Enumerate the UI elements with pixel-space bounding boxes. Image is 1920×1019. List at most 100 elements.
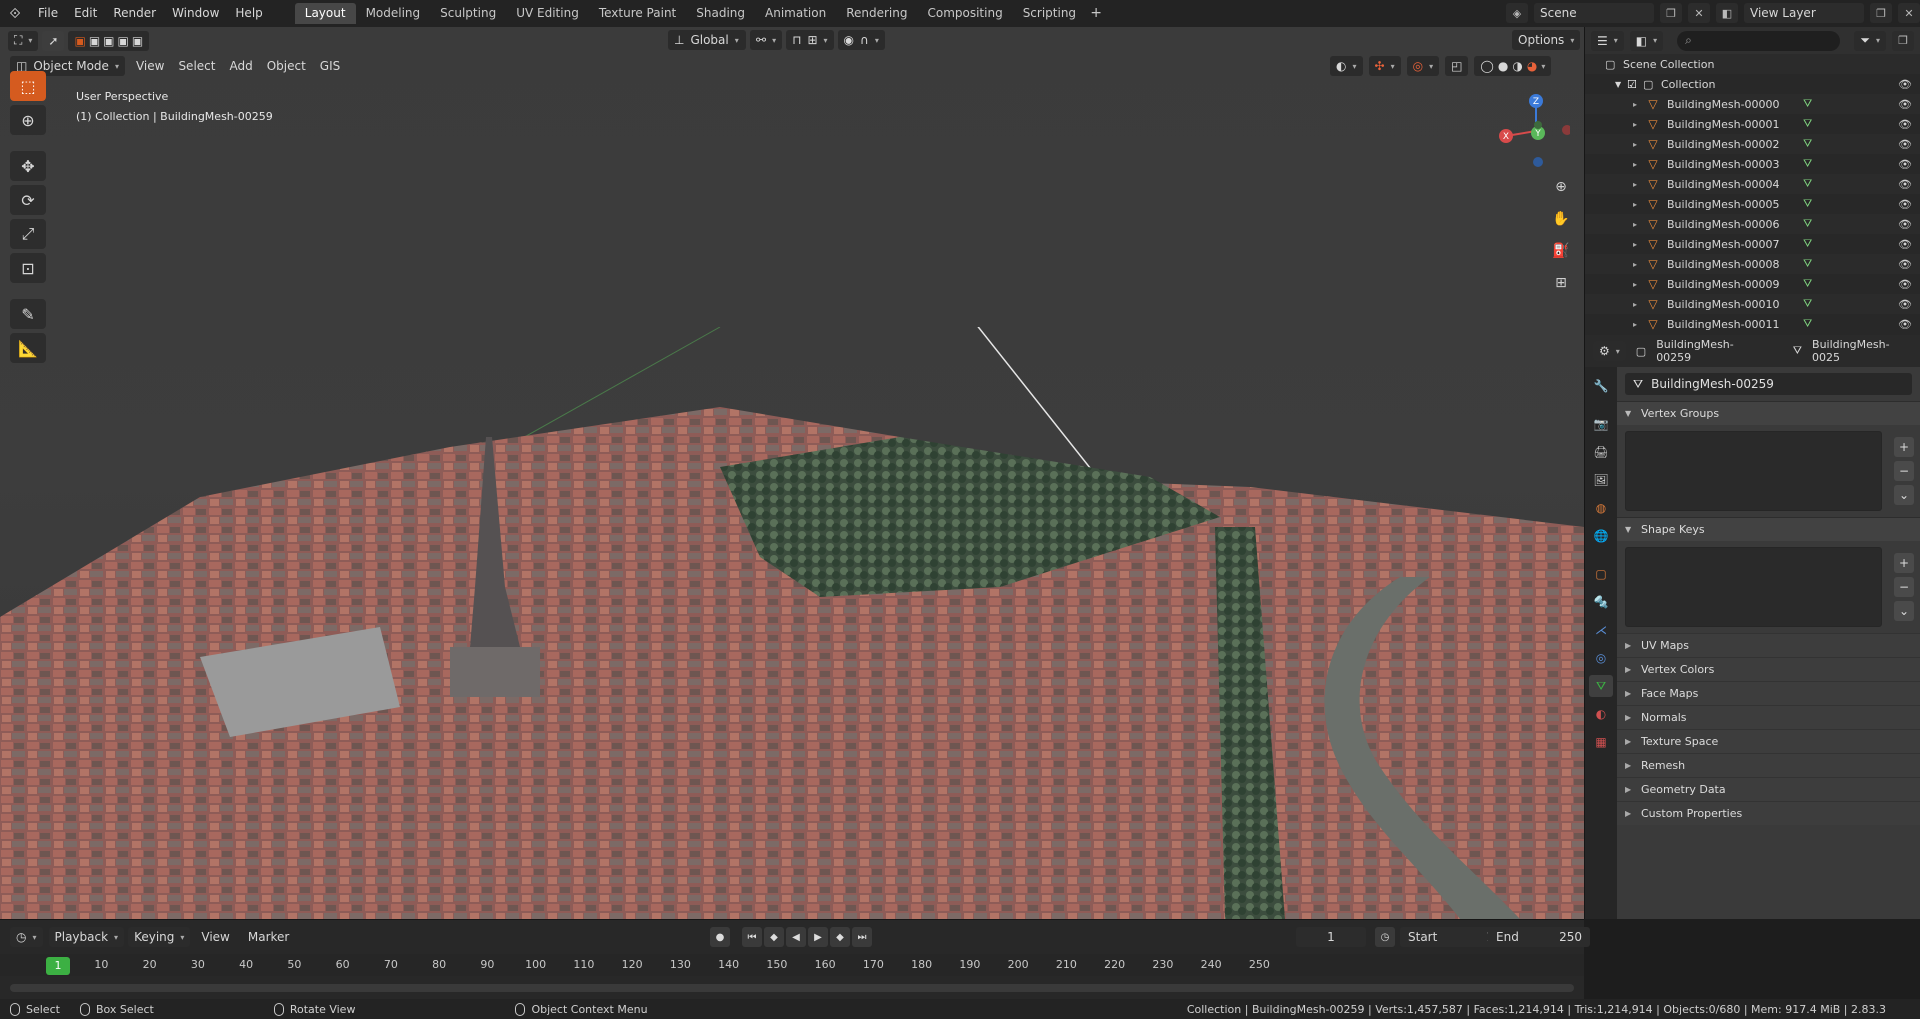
ortho-grid-icon[interactable]: ⊞ <box>1548 270 1574 296</box>
outliner-item[interactable]: ▸ ▽ BuildingMesh-00010 ⛛ 👁 <box>1585 294 1920 314</box>
measure-tool[interactable]: 📐 <box>10 333 46 363</box>
options-dropdown[interactable]: Options ▾ <box>1512 30 1581 50</box>
modifier-tab-icon[interactable]: 🔩 <box>1589 591 1613 613</box>
scene-collection-row[interactable]: ▢ Scene Collection <box>1585 54 1920 74</box>
eye-icon[interactable]: 👁 <box>1898 258 1912 271</box>
outliner-item[interactable]: ▸ ▽ BuildingMesh-00002 ⛛ 👁 <box>1585 134 1920 154</box>
rotate-tool[interactable]: ⟳ <box>10 185 46 215</box>
expand-arrow-icon[interactable]: ▸ <box>1633 220 1645 229</box>
tab-layout[interactable]: Layout <box>294 3 356 24</box>
timeline-editor-type[interactable]: ◷ ▾ <box>10 927 43 947</box>
tab-rendering[interactable]: Rendering <box>836 3 917 24</box>
normals-panel-header[interactable]: ▶ Normals <box>1617 705 1920 729</box>
frame-ruler[interactable]: 1 10 20 30 40 50 60 70 80 90 100 110 120 130 140 150 16… <box>0 954 1584 976</box>
eye-icon[interactable]: 👁 <box>1898 78 1912 91</box>
shape-keys-panel-header[interactable]: ▼ Shape Keys <box>1617 517 1920 541</box>
scene-tab-icon[interactable]: ◍ <box>1589 497 1613 519</box>
expand-arrow-icon[interactable]: ▸ <box>1633 300 1645 309</box>
navigation-gizmo[interactable]: Z X Y <box>1490 89 1570 169</box>
eye-icon[interactable]: 👁 <box>1898 118 1912 131</box>
outliner-item[interactable]: ▸ ▽ BuildingMesh-00004 ⛛ 👁 <box>1585 174 1920 194</box>
vertex-groups-list[interactable] <box>1625 431 1882 511</box>
menu-file[interactable]: File <box>30 0 66 27</box>
tab-modeling[interactable]: Modeling <box>356 3 431 24</box>
timeline-menu-marker[interactable]: Marker <box>241 927 296 947</box>
expand-arrow-icon[interactable]: ▸ <box>1633 160 1645 169</box>
transform-orientation-dropdown[interactable]: ⊥ Global ▾ <box>668 30 746 50</box>
cursor-tool[interactable]: ⊕ <box>10 105 46 135</box>
tab-compositing[interactable]: Compositing <box>917 3 1012 24</box>
eye-icon[interactable]: 👁 <box>1898 218 1912 231</box>
vertex-groups-panel-header[interactable]: ▼ Vertex Groups <box>1617 401 1920 425</box>
city-model-render[interactable] <box>0 327 1584 919</box>
mesh-data-tab-icon[interactable]: ⛛ <box>1589 675 1613 697</box>
mesh-data-icon[interactable]: ⛛ <box>1803 257 1812 271</box>
shape-key-specials-button[interactable]: ⌄ <box>1894 601 1914 621</box>
move-tool[interactable]: ✥ <box>10 151 46 181</box>
breadcrumb-object[interactable]: BuildingMesh-00259 <box>1656 338 1763 364</box>
display-mode-dropdown[interactable]: ◧ ▾ <box>1629 30 1664 51</box>
outliner-item[interactable]: ▸ ▽ BuildingMesh-00007 ⛛ 👁 <box>1585 234 1920 254</box>
outliner-item[interactable]: ▸ ▽ BuildingMesh-00005 ⛛ 👁 <box>1585 194 1920 214</box>
remove-shape-key-button[interactable]: − <box>1894 577 1914 597</box>
play-icon[interactable]: ▶ <box>808 927 828 947</box>
select-extend-icon[interactable]: ▣ <box>89 34 100 48</box>
select-tool-mode[interactable]: ➚ <box>42 30 65 51</box>
jump-end-icon[interactable]: ⏭ <box>852 927 872 947</box>
expand-arrow-icon[interactable]: ▸ <box>1633 240 1645 249</box>
tool-tab-icon[interactable]: 🔧 <box>1589 375 1613 397</box>
properties-editor-type[interactable]: ⚙ ▾ <box>1593 341 1626 361</box>
record-icon[interactable]: ● <box>710 927 730 947</box>
eye-icon[interactable]: 👁 <box>1898 198 1912 211</box>
shape-keys-list[interactable] <box>1625 547 1882 627</box>
add-workspace-button[interactable]: + <box>1086 3 1106 24</box>
outliner-search-input[interactable]: ⌕ <box>1677 30 1841 51</box>
breadcrumb-data[interactable]: BuildingMesh-0025 <box>1812 338 1912 364</box>
editor-type-dropdown[interactable]: ⛶ ▾ <box>8 30 39 51</box>
object-tab-icon[interactable]: ▢ <box>1589 563 1613 585</box>
play-reverse-icon[interactable]: ◀ <box>786 927 806 947</box>
timeline-scrollbar[interactable] <box>10 984 1574 992</box>
scale-tool[interactable]: ⤢ <box>10 219 46 249</box>
eye-icon[interactable]: 👁 <box>1898 98 1912 111</box>
view-layer-browse-icon[interactable]: ◧ <box>1716 3 1738 23</box>
select-box-tool[interactable]: ⬚ <box>10 71 46 101</box>
eye-icon[interactable]: 👁 <box>1898 238 1912 251</box>
new-collection-icon[interactable]: ❐ <box>1892 30 1914 51</box>
outliner-item[interactable]: ▸ ▽ BuildingMesh-00001 ⛛ 👁 <box>1585 114 1920 134</box>
checkbox-icon[interactable]: ☑ <box>1627 78 1643 91</box>
material-tab-icon[interactable]: ◐ <box>1589 703 1613 725</box>
add-shape-key-button[interactable]: + <box>1894 553 1914 573</box>
current-frame-indicator[interactable]: 1 <box>46 957 70 975</box>
expand-arrow-icon[interactable]: ▸ <box>1633 120 1645 129</box>
viewport-menu-add[interactable]: Add <box>222 56 259 76</box>
mesh-data-icon[interactable]: ⛛ <box>1803 297 1812 311</box>
mesh-data-icon[interactable]: ⛛ <box>1803 157 1812 171</box>
neg-y-handle[interactable] <box>1534 121 1542 129</box>
scene-name-field[interactable]: Scene <box>1534 3 1654 23</box>
outliner-editor-type[interactable]: ☰ ▾ <box>1591 30 1624 51</box>
output-tab-icon[interactable]: 🖨 <box>1589 441 1613 463</box>
view-layer-field[interactable]: View Layer <box>1744 3 1864 23</box>
tab-uv-editing[interactable]: UV Editing <box>506 3 589 24</box>
visibility-dropdown[interactable]: ◐ ▾ <box>1330 56 1363 76</box>
eye-icon[interactable]: 👁 <box>1898 138 1912 151</box>
texture-space-panel-header[interactable]: ▶ Texture Space <box>1617 729 1920 753</box>
pivot-point-dropdown[interactable]: ⚯ ▾ <box>750 30 783 50</box>
proportional-edit-dropdown[interactable]: ◉ ∩ ▾ <box>837 30 885 50</box>
gizmo-dropdown[interactable]: ✣ ▾ <box>1368 56 1401 76</box>
eye-icon[interactable]: 👁 <box>1898 178 1912 191</box>
rendered-shading-icon[interactable]: ◕ <box>1527 59 1537 73</box>
camera-view-icon[interactable]: ⛽ <box>1548 238 1574 264</box>
shading-modes[interactable]: ◯ ● ◑ ◕ ▾ <box>1474 56 1552 76</box>
xray-toggle[interactable]: ◰ <box>1445 56 1469 76</box>
expand-arrow-icon[interactable]: ▸ <box>1633 320 1645 329</box>
vertex-group-specials-button[interactable]: ⌄ <box>1894 485 1914 505</box>
menu-render[interactable]: Render <box>105 0 164 27</box>
outliner-item[interactable]: ▸ ▽ BuildingMesh-00003 ⛛ 👁 <box>1585 154 1920 174</box>
neg-x-handle[interactable] <box>1562 125 1570 135</box>
vertex-colors-panel-header[interactable]: ▶ Vertex Colors <box>1617 657 1920 681</box>
chevron-down-icon[interactable]: ▾ <box>1541 62 1545 71</box>
custom-properties-panel-header[interactable]: ▶ Custom Properties <box>1617 801 1920 825</box>
selection-modes[interactable]: ▣ ▣ ▣ ▣ ▣ <box>68 30 150 51</box>
